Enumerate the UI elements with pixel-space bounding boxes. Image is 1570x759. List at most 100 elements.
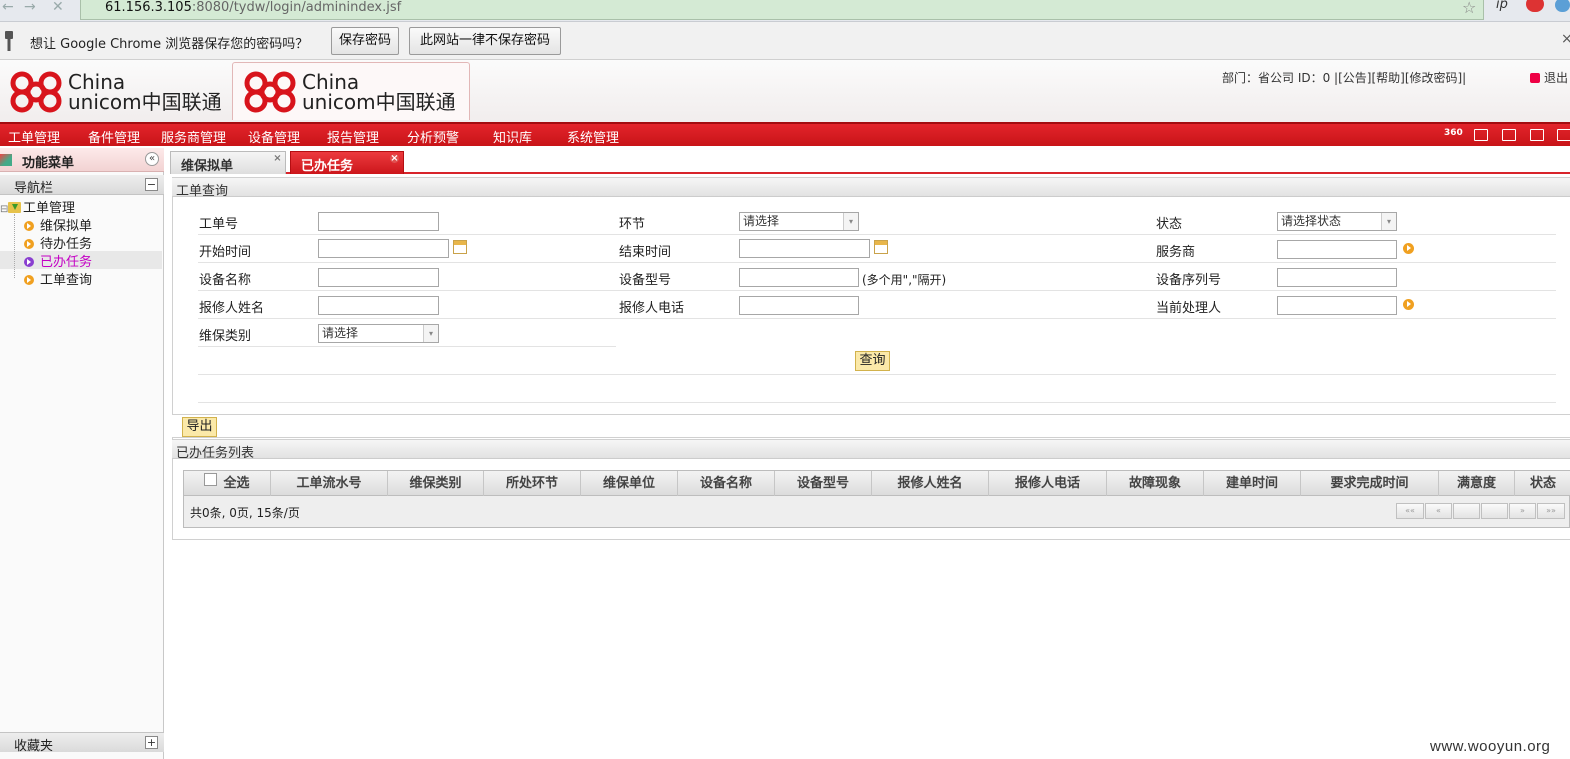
reporter-phone-input[interactable] [739, 296, 859, 315]
device-model-input[interactable] [739, 268, 859, 287]
logo-text-en: China [68, 70, 126, 94]
form-row-divider [198, 234, 1556, 235]
col-maint-unit[interactable]: 维保单位 [581, 471, 678, 496]
extension-icon[interactable] [1555, 0, 1570, 12]
extension-ip[interactable]: ip [1496, 0, 1508, 12]
tree-item-label: 工单查询 [40, 273, 93, 288]
tree-item-done-tasks[interactable]: 已办任务 [0, 251, 162, 270]
menu-item-spare-parts[interactable]: 备件管理 [88, 127, 140, 146]
col-maint-type[interactable]: 维保类别 [388, 471, 484, 496]
user-info-links[interactable]: 部门：省公司 ID：0 |[公告][帮助][修改密码]| [1222, 69, 1466, 86]
list-section-title: 已办任务列表 [176, 446, 255, 461]
col-fault[interactable]: 故障现象 [1107, 471, 1204, 496]
handler-picker-icon[interactable] [1403, 299, 1414, 310]
provider-input[interactable] [1277, 240, 1397, 259]
maint-type-select[interactable]: 请选择 ▾ [318, 324, 439, 343]
function-menu-title: 功能菜单 [22, 156, 75, 171]
search-button[interactable]: 查询 [855, 351, 890, 371]
tree-item-pending-tasks[interactable]: 待办任务 [0, 233, 162, 252]
tree-item-label: 维保拟单 [40, 219, 93, 234]
col-order-serial[interactable]: 工单流水号 [271, 471, 388, 496]
reporter-name-input[interactable] [318, 296, 439, 315]
app-header: China unicom中国联通 China unicom中国联通 部门：省公司… [0, 60, 1570, 122]
logout-link[interactable]: 退出 [1530, 69, 1568, 86]
status-select[interactable]: 请选择状态 ▾ [1277, 212, 1397, 231]
forward-icon[interactable]: → [24, 0, 36, 14]
nav-collapse-icon[interactable]: − [145, 178, 158, 191]
tab-close-icon[interactable]: × [273, 154, 282, 164]
tree-node-workorder[interactable]: ⊟ 工单管理 [0, 197, 162, 216]
pager-page-input[interactable] [1453, 503, 1480, 519]
tree-expander-icon[interactable]: ⊟ [0, 204, 8, 215]
layout-split-icon[interactable] [1474, 129, 1488, 141]
device-model-label: 设备型号 [619, 273, 672, 288]
favorites-header[interactable]: 收藏夹 + [0, 732, 164, 754]
arrow-bullet-icon [24, 239, 34, 249]
pager-first-button[interactable]: «« [1396, 503, 1424, 519]
menu-item-reports[interactable]: 报告管理 [327, 127, 379, 146]
menu-item-providers[interactable]: 服务商管理 [161, 127, 226, 146]
col-select-all[interactable]: 全选 [184, 471, 271, 496]
menu-item-analysis[interactable]: 分析预警 [407, 127, 459, 146]
chevron-down-icon: ▾ [423, 325, 438, 342]
pager-last-button[interactable]: »» [1537, 503, 1565, 519]
never-save-password-button[interactable]: 此网站一律不保存密码 [409, 27, 561, 55]
tab-close-icon[interactable]: × [390, 154, 399, 164]
end-time-input[interactable] [739, 239, 870, 258]
export-button[interactable]: 导出 [182, 417, 217, 437]
calendar-icon[interactable] [453, 240, 467, 254]
favorites-expand-icon[interactable]: + [145, 736, 158, 749]
save-password-button[interactable]: 保存密码 [331, 27, 399, 55]
tab-done-tasks[interactable]: 已办任务 × [290, 151, 404, 174]
handler-label: 当前处理人 [1156, 301, 1222, 316]
col-reporter-name[interactable]: 报修人姓名 [872, 471, 989, 496]
menu-item-knowledge[interactable]: 知识库 [493, 127, 532, 146]
badge-360-icon[interactable]: 360 [1444, 128, 1463, 140]
form-row-divider [198, 290, 1556, 291]
extension-play-icon[interactable] [1526, 0, 1544, 12]
col-satisfaction[interactable]: 满意度 [1439, 471, 1515, 496]
provider-picker-icon[interactable] [1403, 243, 1414, 254]
address-bar[interactable]: 61.156.3.105:8080/tydw/login/adminindex.… [80, 0, 1484, 20]
pager-prev-button[interactable]: « [1425, 503, 1452, 519]
col-stage[interactable]: 所处环节 [484, 471, 581, 496]
menu-item-workorder[interactable]: 工单管理 [8, 127, 60, 146]
chevron-down-icon: ▾ [1381, 213, 1396, 230]
calendar-icon[interactable] [874, 240, 888, 254]
tab-maint-draft[interactable]: 维保拟单 × [170, 151, 286, 174]
device-serial-input[interactable] [1277, 268, 1397, 287]
nav-panel-header[interactable]: 导航栏 − [0, 175, 164, 196]
col-device-model[interactable]: 设备型号 [775, 471, 872, 496]
col-status[interactable]: 状态 [1515, 471, 1570, 496]
back-icon[interactable]: ← [2, 0, 14, 14]
start-time-input[interactable] [318, 239, 449, 258]
function-menu-header: 功能菜单 « [0, 148, 164, 172]
stop-icon[interactable]: ✕ [52, 0, 64, 14]
bookmark-star-icon[interactable]: ☆ [1462, 0, 1476, 17]
menu-item-devices[interactable]: 设备管理 [248, 127, 300, 146]
col-due-time[interactable]: 要求完成时间 [1301, 471, 1439, 496]
logout-icon [1530, 73, 1540, 83]
order-no-input[interactable] [318, 212, 439, 231]
tree-guide-line [14, 214, 15, 278]
window-icon[interactable] [1557, 129, 1570, 141]
pager-next-button[interactable]: » [1509, 503, 1536, 519]
tree-item-maint-draft[interactable]: 维保拟单 [0, 215, 162, 234]
menu-item-system[interactable]: 系统管理 [567, 127, 619, 146]
layout-list-icon[interactable] [1530, 129, 1544, 141]
col-created-time[interactable]: 建单时间 [1204, 471, 1301, 496]
tab-label: 维保拟单 [181, 159, 234, 174]
pager-go-button[interactable] [1481, 503, 1508, 519]
col-device-name[interactable]: 设备名称 [678, 471, 775, 496]
layout-full-icon[interactable] [1502, 129, 1516, 141]
device-name-input[interactable] [318, 268, 439, 287]
collapse-sidebar-button[interactable]: « [145, 152, 159, 166]
handler-input[interactable] [1277, 296, 1397, 315]
infobar-close-icon[interactable]: × [1561, 31, 1570, 47]
stage-select[interactable]: 请选择 ▾ [739, 212, 859, 231]
tree-item-order-query[interactable]: 工单查询 [0, 269, 162, 288]
order-no-label: 工单号 [199, 217, 239, 232]
tree-node-label: 工单管理 [23, 201, 76, 216]
col-reporter-phone[interactable]: 报修人电话 [989, 471, 1107, 496]
select-all-checkbox[interactable] [204, 473, 218, 486]
